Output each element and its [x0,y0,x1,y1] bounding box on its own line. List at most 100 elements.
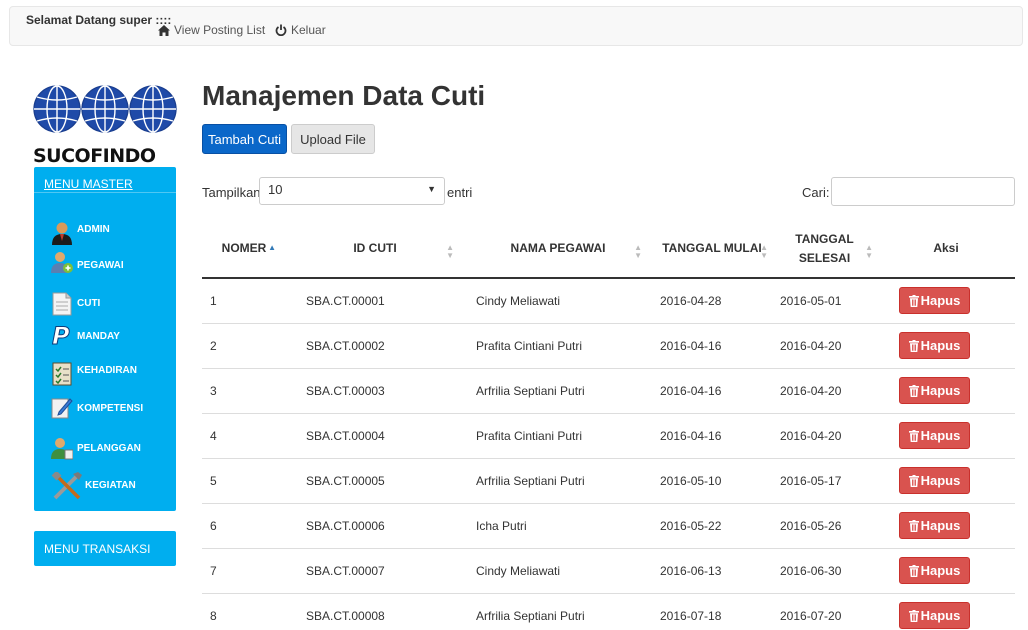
leave-table: NOMER ▲ ID CUTI ▲ ▼ NAMA PEGAWAI ▲ ▼ TANGGAL … [202,220,1015,630]
sidebar-item-label: KEHADIRAN [77,365,137,376]
menu-transaksi-panel[interactable]: MENU TRANSAKSI [34,531,176,566]
delete-button[interactable]: Hapus [899,287,970,315]
cell-nomer: 1 [202,278,286,324]
sidebar-item-label: MANDAY [77,331,120,342]
cell-aksi: Hapus [877,458,1015,504]
add-leave-button[interactable]: Tambah Cuti [202,124,287,154]
sort-icon: ▲ ▼ [634,243,642,260]
delete-label: Hapus [920,338,961,353]
cell-id-cuti: SBA.CT.00007 [286,548,464,594]
upload-file-button[interactable]: Upload File [291,124,375,154]
menu-transaksi-header[interactable]: MENU TRANSAKSI [34,531,176,556]
cell-aksi: Hapus [877,503,1015,549]
sidebar-item-label: KOMPETENSI [77,403,144,414]
paypal-icon: P [52,323,71,347]
employee-icon [51,252,73,273]
top-navbar: Selamat Datang super :::: View Posting L… [9,6,1023,46]
cell-tanggal-mulai: 2016-04-16 [652,368,772,414]
sidebar-item-manday[interactable]: P MANDAY [51,323,120,347]
trash-icon [908,474,919,487]
cell-tanggal-mulai: 2016-05-10 [652,458,772,504]
cell-nomer: 7 [202,548,286,594]
cell-id-cuti: SBA.CT.00004 [286,413,464,459]
cell-tanggal-selesai: 2016-04-20 [772,368,877,414]
entries-select[interactable]: 10 ▼ [259,177,445,205]
cell-tanggal-mulai: 2016-07-18 [652,593,772,630]
edit-icon [51,398,73,419]
cell-aksi: Hapus [877,548,1015,594]
col-header-tanggal-selesai[interactable]: TANGGAL SELESAI ▲ ▼ [772,220,877,279]
menu-master-panel: MENU MASTER ADMIN PEGAWAI CUTI P MANDAY … [34,167,176,511]
sidebar-item-label: CUTI [77,298,101,309]
cell-tanggal-selesai: 2016-04-20 [772,323,877,369]
delete-button[interactable]: Hapus [899,602,970,629]
cell-nomer: 3 [202,368,286,414]
cell-tanggal-selesai: 2016-05-17 [772,458,877,504]
sort-icon: ▲ ▼ [865,243,873,260]
table-row: 6 SBA.CT.00006 Icha Putri 2016-05-22 2016-05… [202,503,1015,549]
trash-icon [908,609,919,622]
table-header-row: NOMER ▲ ID CUTI ▲ ▼ NAMA PEGAWAI ▲ ▼ TANGGAL … [202,220,1015,279]
cell-nama-pegawai: Cindy Meliawati [464,548,652,594]
trash-icon [908,294,919,307]
sidebar-item-kompetensi[interactable]: KOMPETENSI [51,395,143,419]
cell-nomer: 6 [202,503,286,549]
trash-icon [908,339,919,352]
cell-tanggal-selesai: 2016-05-01 [772,278,877,324]
trash-icon [908,564,919,577]
cell-id-cuti: SBA.CT.00008 [286,593,464,630]
delete-button[interactable]: Hapus [899,467,970,494]
delete-button[interactable]: Hapus [899,422,970,449]
logout-link[interactable]: Keluar [275,23,326,37]
cell-nomer: 5 [202,458,286,504]
menu-master-header[interactable]: MENU MASTER [34,167,176,193]
table-row: 2 SBA.CT.00002 Prafita Cintiani Putri 2016-… [202,323,1015,369]
sidebar-item-pelanggan[interactable]: PELANGGAN [51,436,141,460]
sidebar-item-kehadiran[interactable]: KEHADIRAN [51,362,137,386]
sort-icon: ▲ ▼ [446,243,454,260]
delete-label: Hapus [920,608,961,623]
col-header-nomer[interactable]: NOMER ▲ [202,220,286,279]
cell-id-cuti: SBA.CT.00003 [286,368,464,414]
delete-label: Hapus [920,428,961,443]
page-title: Manajemen Data Cuti [202,80,486,111]
cell-tanggal-selesai: 2016-06-30 [772,548,877,594]
delete-label: Hapus [920,563,961,578]
delete-button[interactable]: Hapus [899,377,970,404]
table-row: 5 SBA.CT.00005 Arfrilia Septiani Putri 2016… [202,458,1015,504]
sidebar-item-label: KEGIATAN [85,480,136,491]
customer-icon [51,438,73,460]
sidebar-item-label: PEGAWAI [77,260,124,271]
table-row: 7 SBA.CT.00007 Cindy Meliawati 2016-06-13 20… [202,548,1015,594]
delete-button[interactable]: Hapus [899,512,970,539]
cell-tanggal-mulai: 2016-05-22 [652,503,772,549]
table-row: 3 SBA.CT.00003 Arfrilia Septiani Putri 2016… [202,368,1015,414]
cell-nama-pegawai: Arfrilia Septiani Putri [464,368,652,414]
col-header-nama-pegawai[interactable]: NAMA PEGAWAI ▲ ▼ [464,220,652,279]
power-icon [275,24,287,36]
col-header-aksi: Aksi [877,220,1015,279]
cell-nama-pegawai: Prafita Cintiani Putri [464,413,652,459]
svg-text:P: P [52,323,70,347]
sort-asc-icon: ▲ [268,243,276,252]
length-label: Tampilkan [202,185,261,200]
delete-button[interactable]: Hapus [899,557,970,584]
sidebar-item-kegiatan[interactable]: KEGIATAN [51,472,136,502]
col-header-id-cuti[interactable]: ID CUTI ▲ ▼ [286,220,464,279]
checklist-icon [52,362,72,386]
length-suffix: entri [447,185,473,200]
col-header-tanggal-mulai[interactable]: TANGGAL MULAI ▲ ▼ [652,220,772,279]
view-posting-link[interactable]: View Posting List [158,23,265,37]
search-input[interactable] [831,177,1015,206]
sidebar-item-cuti[interactable]: CUTI [51,292,100,316]
sort-icon: ▲ ▼ [760,243,768,260]
delete-button[interactable]: Hapus [899,332,970,359]
table-row: 8 SBA.CT.00008 Arfrilia Septiani Putri 2016… [202,593,1015,630]
trash-icon [908,429,919,442]
delete-label: Hapus [920,473,961,488]
sidebar-item-pegawai[interactable]: PEGAWAI [51,250,124,274]
tools-icon [51,472,82,500]
cell-aksi: Hapus [877,593,1015,630]
sidebar-item-admin[interactable]: ADMIN [51,221,110,245]
trash-icon [908,519,919,532]
